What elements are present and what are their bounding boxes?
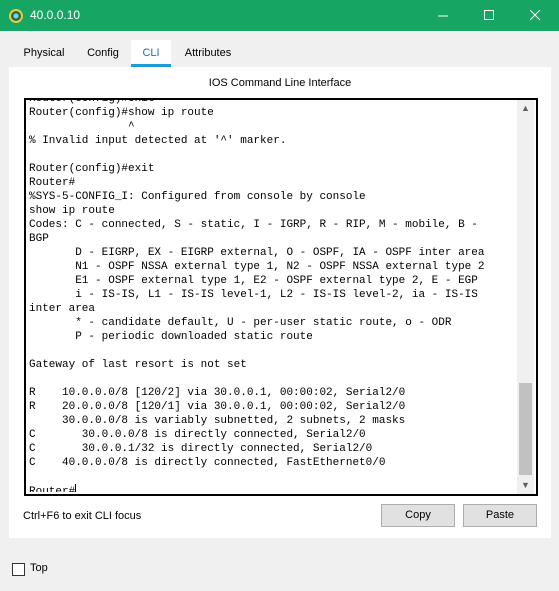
terminal-output[interactable]: Router(config)#exit Router(config)#show …	[29, 98, 514, 492]
scroll-down-icon[interactable]: ▼	[517, 477, 534, 494]
cli-focus-hint: Ctrl+F6 to exit CLI focus	[23, 510, 142, 522]
title-bar: 40.0.0.10	[0, 0, 559, 31]
cli-content: IOS Command Line Interface Router(config…	[9, 67, 551, 538]
window-title: 40.0.0.10	[30, 8, 81, 22]
cli-caption: IOS Command Line Interface	[208, 77, 352, 89]
top-checkbox-label: Top	[30, 562, 48, 574]
minimize-icon	[438, 15, 448, 17]
scroll-thumb[interactable]	[519, 383, 532, 475]
scroll-up-icon[interactable]: ▲	[517, 100, 534, 117]
maximize-icon	[484, 10, 494, 20]
tab-config[interactable]: Config	[79, 40, 127, 67]
copy-button[interactable]: Copy	[381, 504, 455, 527]
terminal-scrollbar[interactable]: ▲ ▼	[517, 100, 534, 494]
terminal-text: Router(config)#exit Router(config)#show …	[29, 98, 485, 492]
network-device-icon	[9, 9, 23, 23]
close-icon	[530, 10, 541, 21]
tab-cli-label: CLI	[142, 47, 160, 59]
paste-button[interactable]: Paste	[463, 504, 537, 527]
minimize-button[interactable]	[420, 0, 466, 31]
tab-cli[interactable]: CLI	[131, 40, 171, 67]
device-panel: Physical Config CLI Attributes IOS Comma…	[9, 40, 551, 538]
footer-bar: Top	[0, 548, 559, 591]
tab-attributes[interactable]: Attributes	[176, 40, 240, 67]
cli-terminal[interactable]: Router(config)#exit Router(config)#show …	[24, 98, 538, 496]
top-checkbox[interactable]	[12, 563, 25, 576]
tab-bar: Physical Config CLI Attributes	[9, 40, 551, 67]
text-cursor	[75, 484, 77, 492]
maximize-button[interactable]	[466, 0, 512, 31]
tab-physical[interactable]: Physical	[15, 40, 73, 67]
close-button[interactable]	[512, 0, 558, 31]
